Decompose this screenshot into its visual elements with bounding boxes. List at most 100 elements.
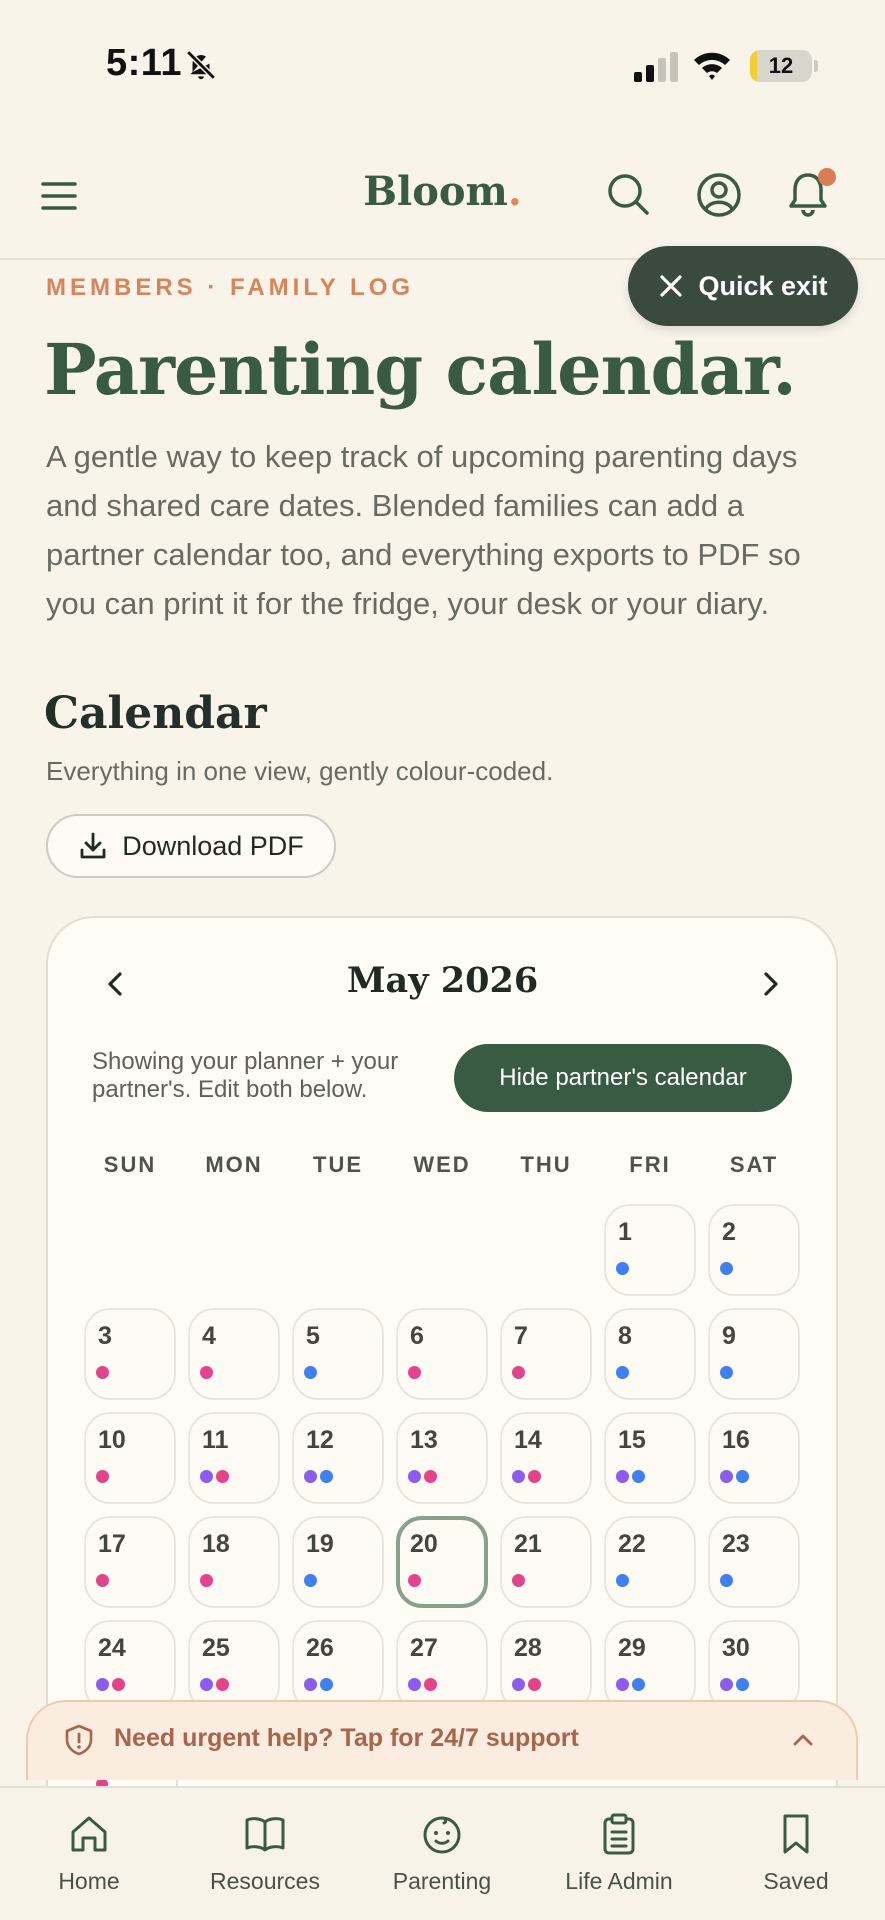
day-number: 10: [98, 1426, 126, 1454]
calendar-day-cell[interactable]: 21: [500, 1516, 592, 1608]
nav-item-parenting[interactable]: Parenting: [357, 1812, 527, 1895]
day-number: 9: [722, 1322, 736, 1350]
event-dots: [96, 1470, 109, 1483]
close-icon: [660, 275, 683, 297]
day-number: 11: [202, 1426, 229, 1454]
nav-item-home[interactable]: Home: [4, 1812, 174, 1895]
calendar-day-cell[interactable]: 28: [500, 1620, 592, 1712]
calendar-day-cell[interactable]: 19: [292, 1516, 384, 1608]
home-icon: [71, 1816, 107, 1852]
calendar-day-cell[interactable]: 23: [708, 1516, 800, 1608]
day-number: 25: [202, 1634, 230, 1662]
calendar-day-cell[interactable]: 1: [604, 1204, 696, 1296]
calendar-day-cell[interactable]: 17: [84, 1516, 176, 1608]
chevron-up-icon[interactable]: [790, 1728, 816, 1752]
calendar-day-cell[interactable]: 12: [292, 1412, 384, 1504]
event-dot-blue: [304, 1366, 317, 1379]
app-logo[interactable]: Bloom.: [0, 168, 885, 215]
calendar-day-cell[interactable]: 20: [396, 1516, 488, 1608]
search-icon[interactable]: [606, 172, 650, 216]
event-dots: [720, 1262, 733, 1275]
event-dots: [200, 1574, 213, 1587]
day-number: 3: [98, 1322, 112, 1350]
day-number: 27: [410, 1634, 438, 1662]
event-dot-purple: [200, 1470, 213, 1483]
event-dots: [616, 1678, 645, 1691]
profile-icon[interactable]: [696, 172, 742, 218]
calendar-day-cell[interactable]: 10: [84, 1412, 176, 1504]
event-dot-pink: [96, 1574, 109, 1587]
calendar-day-cell[interactable]: 18: [188, 1516, 280, 1608]
download-pdf-button[interactable]: Download PDF: [46, 814, 336, 878]
event-dot-blue: [736, 1678, 749, 1691]
event-dots: [200, 1470, 229, 1483]
calendar-day-cell[interactable]: 30: [708, 1620, 800, 1712]
event-dots: [304, 1470, 333, 1483]
day-number: 12: [306, 1426, 334, 1454]
calendar-day-cell[interactable]: 15: [604, 1412, 696, 1504]
event-dot-blue: [320, 1470, 333, 1483]
calendar-day-cell[interactable]: 14: [500, 1412, 592, 1504]
nav-label-saved: Saved: [763, 1868, 829, 1894]
event-dots: [720, 1470, 749, 1483]
nav-item-life-admin[interactable]: Life Admin: [534, 1812, 704, 1895]
calendar-day-cell[interactable]: 26: [292, 1620, 384, 1712]
event-dot-blue: [736, 1470, 749, 1483]
calendar-day-cell[interactable]: 8: [604, 1308, 696, 1400]
event-dot-pink: [408, 1366, 421, 1379]
event-dots: [408, 1574, 421, 1587]
day-number: 20: [410, 1530, 438, 1558]
day-number: 21: [514, 1530, 542, 1558]
calendar-day-cell[interactable]: 9: [708, 1308, 800, 1400]
calendar-day-cell[interactable]: 27: [396, 1620, 488, 1712]
status-time: 5:11: [106, 42, 182, 84]
calendar-day-cell[interactable]: 29: [604, 1620, 696, 1712]
calendar-day-cell[interactable]: 24: [84, 1620, 176, 1712]
notification-badge: [818, 168, 836, 186]
calendar-day-cell[interactable]: 25: [188, 1620, 280, 1712]
quick-exit-button[interactable]: Quick exit: [628, 246, 858, 326]
day-number: 22: [618, 1530, 646, 1558]
nav-label-resources: Resources: [210, 1868, 320, 1894]
weekday-label: WED: [413, 1152, 471, 1177]
event-dots: [96, 1366, 109, 1379]
calendar-day-cell[interactable]: 16: [708, 1412, 800, 1504]
calendar-day-cell[interactable]: 22: [604, 1516, 696, 1608]
day-number: 8: [618, 1322, 632, 1350]
weekday-label: FRI: [629, 1152, 671, 1177]
calendar-section-title: Calendar: [44, 688, 267, 739]
logo-text: Bloom: [363, 168, 508, 215]
calendar-day-cell[interactable]: 5: [292, 1308, 384, 1400]
event-dot-pink: [528, 1470, 541, 1483]
event-dot-purple: [304, 1470, 317, 1483]
event-dots: [408, 1678, 437, 1691]
nav-item-resources[interactable]: Resources: [180, 1812, 350, 1895]
event-dots: [616, 1366, 629, 1379]
event-dot-blue: [616, 1574, 629, 1587]
calendar-day-cell[interactable]: 7: [500, 1308, 592, 1400]
calendar-day-cell[interactable]: 13: [396, 1412, 488, 1504]
event-dot-purple: [304, 1678, 317, 1691]
day-number: 23: [722, 1530, 750, 1558]
battery-cap: [814, 60, 818, 72]
nav-label-home: Home: [58, 1868, 120, 1894]
event-dot-purple: [512, 1678, 525, 1691]
calendar-day-cell[interactable]: 2: [708, 1204, 800, 1296]
bookmark-icon: [783, 1814, 809, 1854]
calendar-day-cell[interactable]: 6: [396, 1308, 488, 1400]
event-dots: [512, 1470, 541, 1483]
event-dot-purple: [408, 1470, 421, 1483]
hide-partner-calendar-button[interactable]: Hide partner's calendar: [454, 1044, 792, 1112]
calendar-day-cell[interactable]: 4: [188, 1308, 280, 1400]
chevron-right-icon[interactable]: [754, 966, 786, 1002]
weekday-label: SAT: [729, 1152, 779, 1177]
clipboard-icon: [603, 1813, 635, 1855]
logo-dot: .: [507, 168, 522, 215]
quick-exit-label: Quick exit: [698, 270, 828, 301]
nav-item-saved[interactable]: Saved: [711, 1812, 881, 1895]
event-dot-purple: [616, 1678, 629, 1691]
calendar-day-cell[interactable]: 3: [84, 1308, 176, 1400]
event-dot-purple: [408, 1678, 421, 1691]
battery-indicator: 12: [750, 50, 812, 82]
calendar-day-cell[interactable]: 11: [188, 1412, 280, 1504]
